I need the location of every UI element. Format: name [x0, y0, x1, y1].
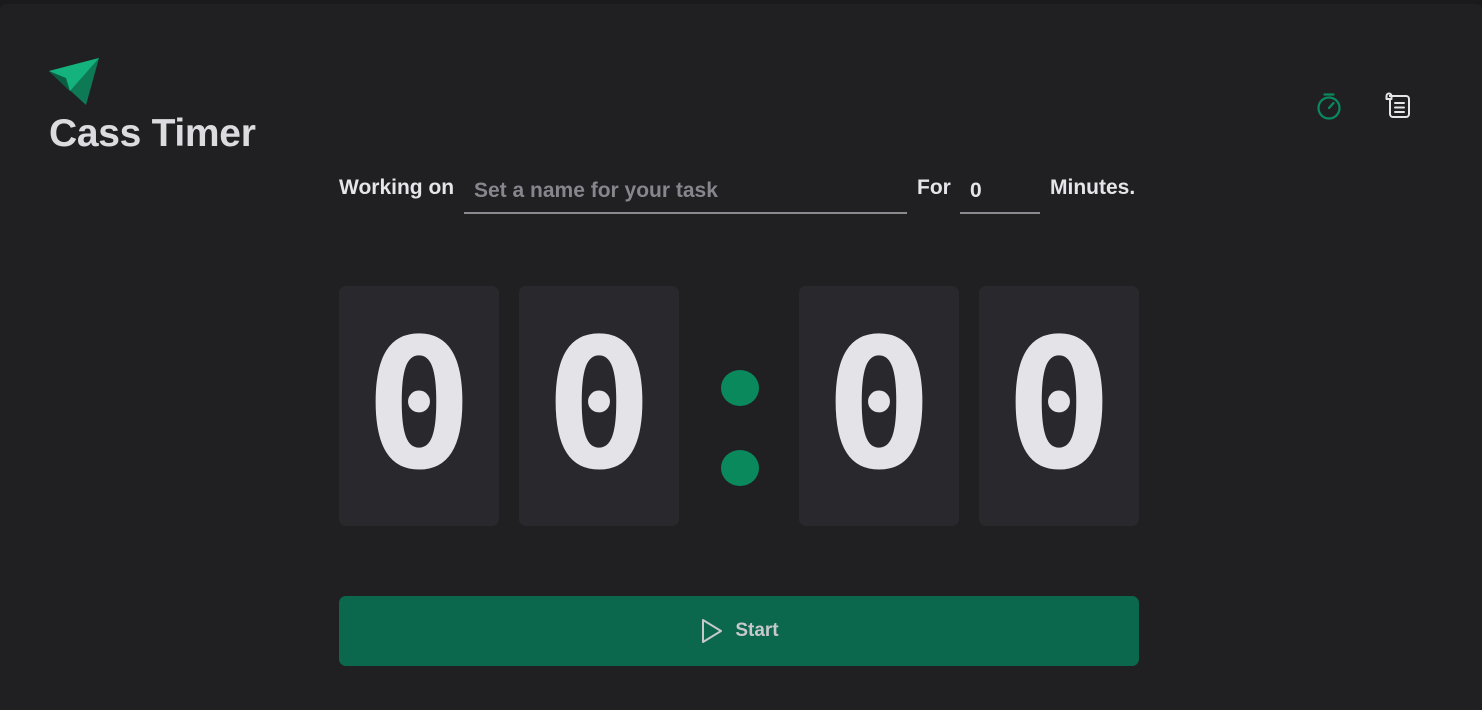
start-button[interactable]: Start: [339, 596, 1139, 666]
minutes-tens-digit: 0: [339, 286, 499, 526]
colon-dot-top: [721, 370, 759, 406]
paper-plane-icon: [49, 58, 99, 105]
task-name-input[interactable]: [464, 170, 907, 214]
minutes-input[interactable]: [960, 170, 1040, 214]
seconds-ones-digit: 0: [979, 286, 1139, 526]
colon-dot-bottom: [721, 450, 759, 486]
play-icon: [702, 619, 723, 643]
scroll-list-icon[interactable]: [1383, 90, 1413, 120]
for-label: For: [917, 176, 951, 199]
minutes-label: Minutes.: [1050, 176, 1136, 199]
minutes-ones-digit: 0: [519, 286, 679, 526]
working-on-label: Working on: [339, 176, 455, 199]
app-title: Cass Timer: [49, 112, 256, 155]
stopwatch-icon[interactable]: [1314, 90, 1344, 120]
start-button-label: Start: [735, 620, 779, 641]
task-row: Working on For Minutes.: [339, 164, 1139, 216]
timer-app-window: Cass Timer Working on For Minutes. 0 0 0…: [0, 4, 1482, 710]
seconds-tens-digit: 0: [799, 286, 959, 526]
